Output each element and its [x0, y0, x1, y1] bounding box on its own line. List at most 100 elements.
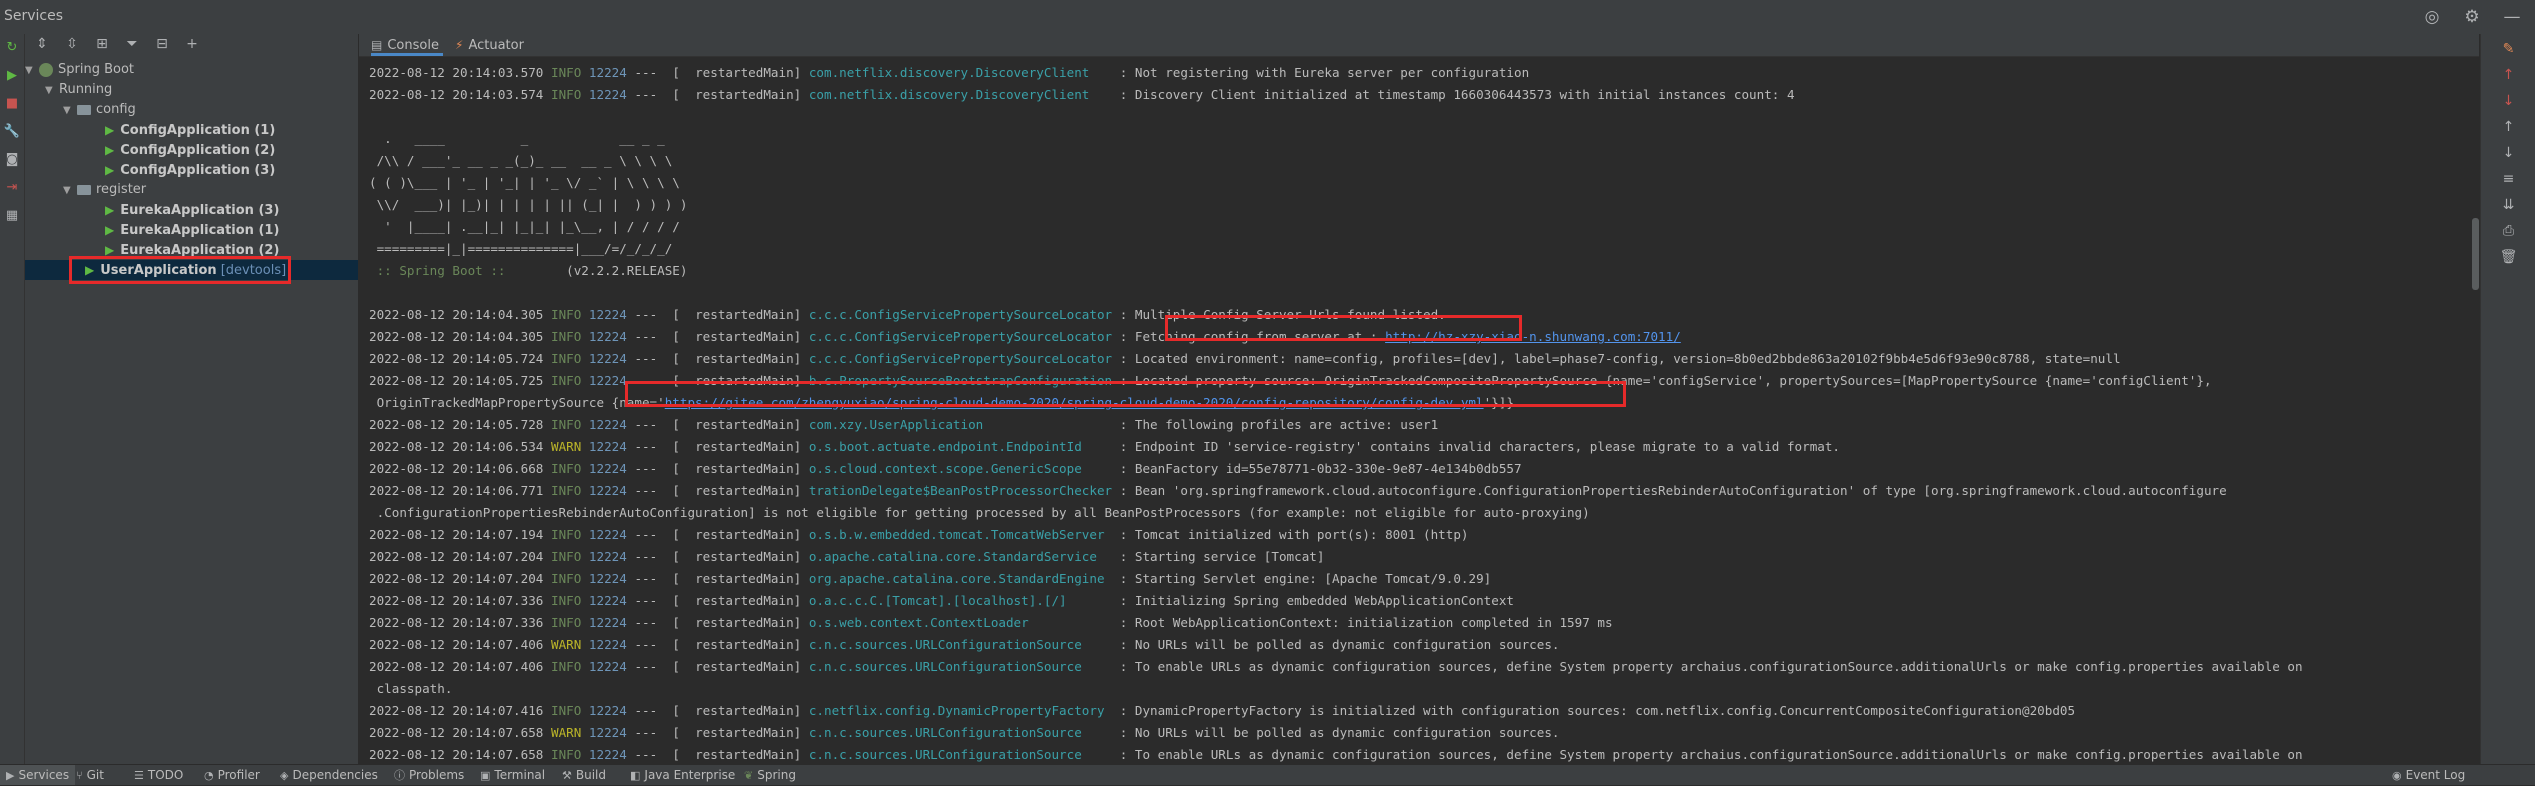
console-line: OriginTrackedMapPropertySource {name='ht…: [369, 392, 1514, 414]
console-line: 2022-08-12 20:14:05.725 INFO 12224 --- […: [369, 370, 2212, 392]
console-scrollbar[interactable]: [2472, 218, 2479, 290]
statusbar-profiler[interactable]: ◔ Profiler: [204, 765, 260, 785]
group-icon[interactable]: ⊞: [91, 36, 113, 58]
gear-icon[interactable]: ⚙: [2461, 6, 2483, 28]
spring-icon: ❦: [744, 769, 754, 782]
spring-boot-label: :: Spring Boot ::: [369, 263, 514, 278]
minimize-icon[interactable]: —: [2501, 6, 2523, 28]
log-continuation: {name=': [611, 395, 665, 410]
log-message: : Multiple Config Server Urls found list…: [1119, 307, 1446, 322]
scroll-up-icon[interactable]: ↑: [2481, 114, 2535, 140]
chevron-down-icon[interactable]: ▼: [25, 61, 39, 81]
log-pid: 12224: [588, 65, 627, 80]
dependencies-icon: ◈: [280, 769, 289, 782]
tree-item-user-app[interactable]: ▶ UserApplication [devtools]: [25, 260, 358, 280]
chevron-down-icon[interactable]: ▼: [45, 81, 59, 101]
tree-item-eureka-app-3[interactable]: ▶ EurekaApplication (3): [105, 200, 279, 220]
tree-node-config[interactable]: ▼ config: [63, 100, 136, 120]
tree-item-config-app-1[interactable]: ▶ ConfigApplication (1): [105, 120, 275, 140]
config-repo-link[interactable]: https://gitee.com/zhengyuxiao/spring-clo…: [665, 395, 1484, 410]
log-logger: c.c.c.ConfigServicePropertySourceLocator: [808, 307, 1120, 322]
log-logger: c.c.c.ConfigServicePropertySourceLocator: [808, 329, 1120, 344]
run-icon[interactable]: ▶: [0, 62, 24, 90]
folder-icon: [77, 104, 91, 115]
log-message: : Bean 'org.springframework.cloud.autoco…: [1119, 483, 2227, 498]
stop-icon[interactable]: ■: [0, 90, 24, 118]
statusbar-terminal[interactable]: ▣ Terminal: [480, 765, 545, 785]
tree-item-eureka-app-2[interactable]: ▶ EurekaApplication (2): [105, 240, 279, 260]
scroll-down-icon[interactable]: ↓: [2481, 140, 2535, 166]
log-message: : Located property source: OriginTracked…: [1119, 373, 2212, 388]
clear-icon[interactable]: ✎: [2481, 36, 2535, 62]
log-logger: o.s.b.w.embedded.tomcat.TomcatWebServer: [808, 527, 1120, 542]
tree-item-config-app-3[interactable]: ▶ ConfigApplication (3): [105, 160, 275, 180]
exit-icon[interactable]: ⇥: [0, 174, 24, 202]
statusbar-spring[interactable]: ❦ Spring: [744, 765, 796, 785]
soft-wrap-icon[interactable]: ≡: [2481, 166, 2535, 192]
console-line: 2022-08-12 20:14:06.668 INFO 12224 --- […: [369, 458, 1522, 480]
log-timestamp: 2022-08-12 20:14:07.406: [369, 637, 544, 652]
console-line: :: Spring Boot :: (v2.2.2.RELEASE): [369, 260, 688, 282]
statusbar-services[interactable]: ▶ Services: [0, 765, 76, 785]
tree-node-spring-boot[interactable]: ▼ Spring Boot: [25, 60, 134, 80]
log-message: : To enable URLs as dynamic configuratio…: [1119, 747, 2303, 762]
console-line: 2022-08-12 20:14:03.574 INFO 12224 --- […: [369, 84, 1795, 106]
camera-icon[interactable]: ◙: [0, 146, 24, 174]
add-service-icon[interactable]: +: [181, 36, 203, 58]
config-server-link[interactable]: http://hz-xzy-xiao-n.shunwang.com:7011/: [1385, 329, 1681, 344]
log-pid: 12224: [588, 527, 627, 542]
spring-banner: . ____ _ __ _ _: [369, 131, 665, 146]
console-line: ' |____| .__|_| |_|_| |_\__, | / / / /: [369, 216, 680, 238]
log-timestamp: 2022-08-12 20:14:07.194: [369, 527, 544, 542]
down-icon[interactable]: ↓: [2481, 88, 2535, 114]
up-icon[interactable]: ↑: [2481, 62, 2535, 88]
console-icon: ▤: [371, 38, 383, 52]
tree-item-eureka-app-1[interactable]: ▶ EurekaApplication (1): [105, 220, 279, 240]
log-thread: --- [ restartedMain]: [634, 351, 802, 366]
log-logger: o.s.cloud.context.scope.GenericScope: [808, 461, 1120, 476]
log-thread: --- [ restartedMain]: [634, 747, 802, 762]
new-group-icon[interactable]: ⊟: [151, 36, 173, 58]
log-message: : To enable URLs as dynamic configuratio…: [1119, 659, 2303, 674]
statusbar-todo[interactable]: ☰ TODO: [134, 765, 183, 785]
log-message: : DynamicPropertyFactory is initialized …: [1119, 703, 2076, 718]
filter-icon[interactable]: ⏷: [121, 36, 143, 58]
statusbar-java-enterprise[interactable]: ◧ Java Enterprise: [630, 765, 735, 785]
tab-console[interactable]: ▤ Console: [371, 34, 443, 56]
statusbar-event-log[interactable]: ◉ Event Log: [2392, 765, 2465, 785]
wrench-icon[interactable]: 🔧: [0, 118, 24, 146]
chevron-down-icon[interactable]: ▼: [63, 181, 77, 201]
print-icon[interactable]: ⎙: [2481, 218, 2535, 244]
console-line: .ConfigurationPropertiesRebinderAutoConf…: [369, 502, 1590, 524]
globe-icon[interactable]: ◎: [2421, 6, 2443, 28]
scroll-to-end-icon[interactable]: ⇊: [2481, 192, 2535, 218]
spring-boot-version: (v2.2.2.RELEASE): [513, 263, 688, 278]
log-thread: --- [ restartedMain]: [634, 87, 802, 102]
statusbar-build[interactable]: ⚒ Build: [562, 765, 606, 785]
log-timestamp: 2022-08-12 20:14:07.336: [369, 615, 544, 630]
tree-item-config-app-2[interactable]: ▶ ConfigApplication (2): [105, 140, 275, 160]
log-logger: c.n.c.sources.URLConfigurationSource: [808, 725, 1120, 740]
log-thread: --- [ restartedMain]: [634, 549, 802, 564]
console-line: 2022-08-12 20:14:06.534 WARN 12224 --- […: [369, 436, 1840, 458]
statusbar-dependencies[interactable]: ◈ Dependencies: [280, 765, 378, 785]
refresh-icon[interactable]: ↻: [0, 34, 24, 62]
spring-boot-icon: [39, 62, 53, 77]
log-level: INFO: [550, 373, 582, 388]
log-logger: o.apache.catalina.core.StandardService: [808, 549, 1120, 564]
right-toolbar: ✎ ↑ ↓ ↑ ↓ ≡ ⇊ ⎙ 🗑: [2480, 34, 2535, 764]
tab-actuator[interactable]: ⚡ Actuator: [455, 34, 545, 56]
log-logger: com.netflix.discovery.DiscoveryClient: [808, 87, 1120, 102]
chevron-down-icon[interactable]: ▼: [63, 101, 77, 121]
log-timestamp: 2022-08-12 20:14:07.336: [369, 593, 544, 608]
layout-icon[interactable]: ▦: [0, 202, 24, 230]
statusbar-problems[interactable]: ⓘ Problems: [394, 765, 464, 785]
log-level: INFO: [550, 417, 582, 432]
trash-icon[interactable]: 🗑: [2481, 244, 2535, 270]
log-level: INFO: [550, 87, 582, 102]
tree-node-register[interactable]: ▼ register: [63, 180, 146, 200]
expand-all-icon[interactable]: ⇕: [31, 36, 53, 58]
collapse-all-icon[interactable]: ⇳: [61, 36, 83, 58]
statusbar-git[interactable]: ⑂ Git: [76, 765, 104, 785]
tree-node-running[interactable]: ▼ Running: [45, 80, 112, 100]
